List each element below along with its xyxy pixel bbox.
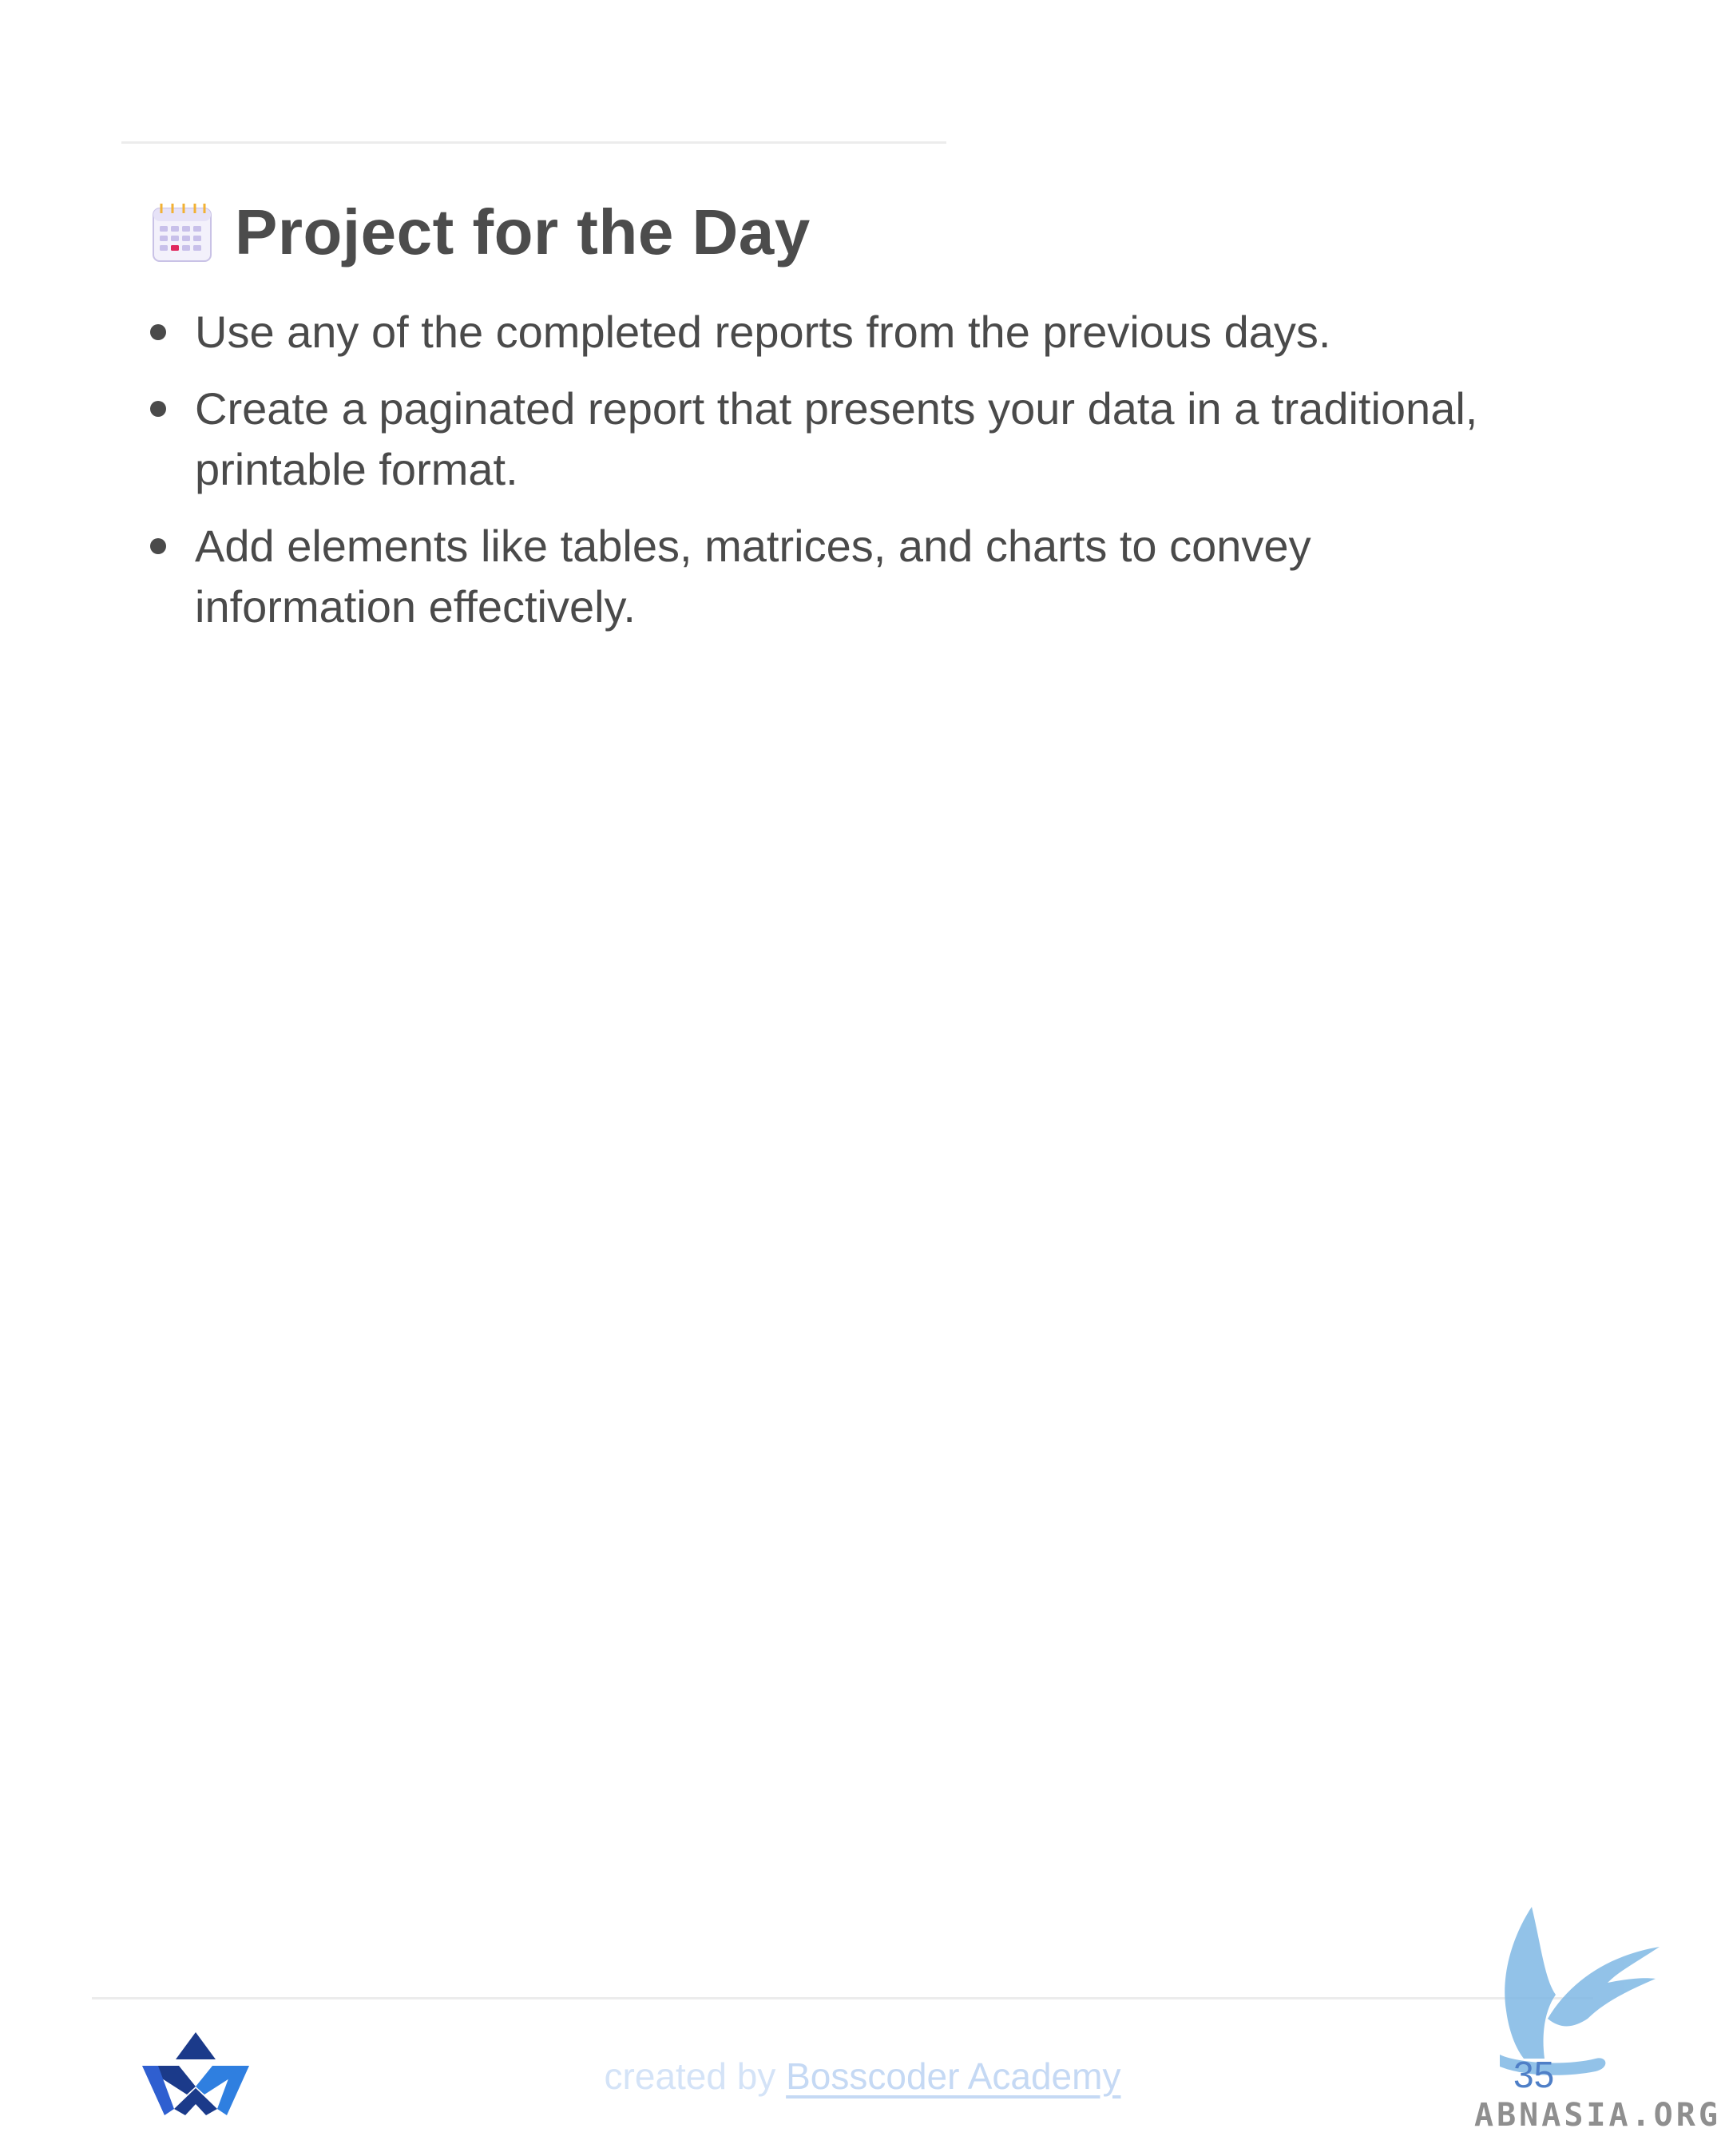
- page-number: 35: [1513, 2054, 1555, 2095]
- calendar-icon: [153, 204, 212, 262]
- task-list: Use any of the completed reports from th…: [144, 302, 1501, 653]
- bullet-icon: [150, 401, 166, 417]
- watermark-text: ABNASIA.ORG: [1474, 2097, 1721, 2134]
- list-item-text: Create a paginated report that presents …: [195, 383, 1478, 494]
- list-item-text: Use any of the completed reports from th…: [195, 307, 1331, 357]
- section-heading: Project for the Day: [150, 188, 811, 276]
- bullet-icon: [150, 538, 166, 554]
- bullet-icon: [150, 324, 166, 340]
- top-divider: [121, 141, 946, 144]
- griffin-watermark-icon: [1500, 1907, 1660, 2075]
- footer-credit: created by Bosscoder Academy: [0, 2052, 1725, 2100]
- footer-credit-prefix: created by: [604, 2055, 787, 2097]
- list-item: Use any of the completed reports from th…: [144, 302, 1501, 363]
- list-item: Create a paginated report that presents …: [144, 378, 1501, 500]
- list-item-text: Add elements like tables, matrices, and …: [195, 521, 1311, 632]
- list-item: Add elements like tables, matrices, and …: [144, 516, 1501, 637]
- footer-divider: [92, 1997, 1593, 1999]
- page-title: Project for the Day: [235, 196, 811, 268]
- bosscoder-academy-link[interactable]: Bosscoder Academy: [786, 2055, 1120, 2097]
